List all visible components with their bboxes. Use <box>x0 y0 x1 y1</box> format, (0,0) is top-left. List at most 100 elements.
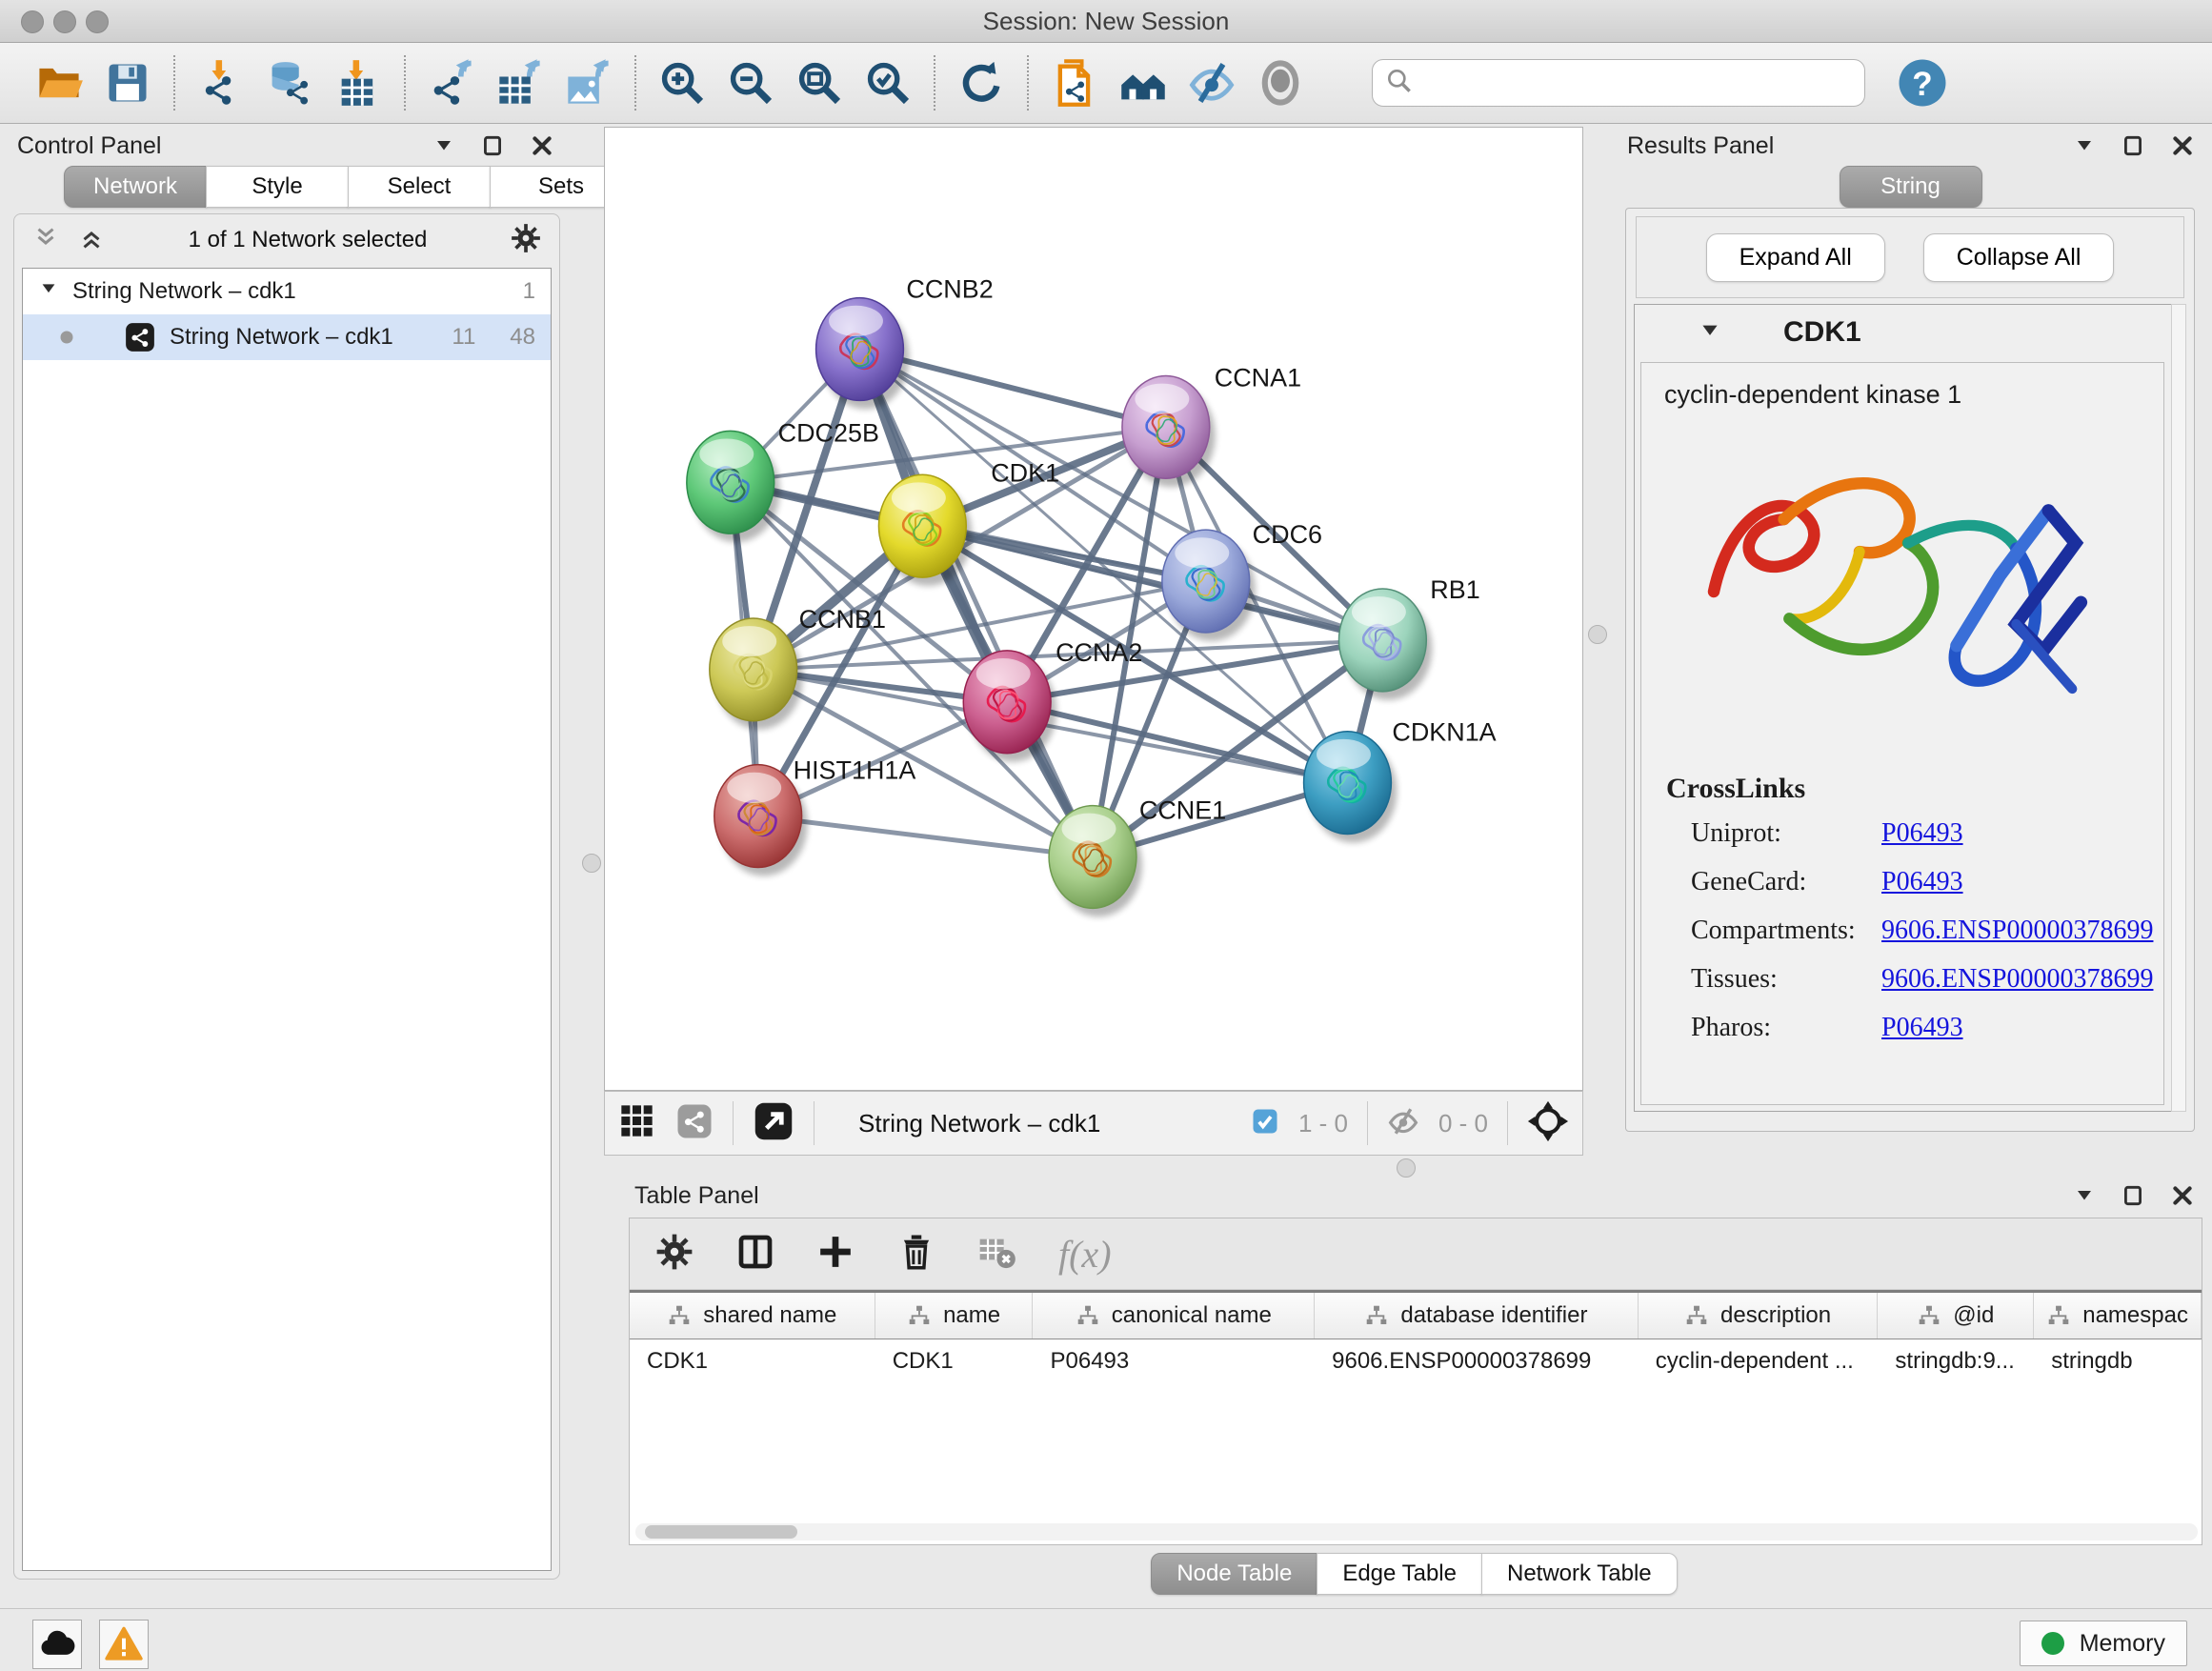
right-splitter-handle[interactable] <box>1588 625 1607 644</box>
panel-menu-icon[interactable] <box>2073 1184 2096 1207</box>
expand-all-button[interactable]: Expand All <box>1706 233 1885 282</box>
gear-icon[interactable] <box>510 222 542 259</box>
share-view-icon[interactable] <box>675 1102 714 1145</box>
tab-node-table[interactable]: Node Table <box>1151 1553 1317 1595</box>
checkbox-blue-icon[interactable] <box>1251 1107 1279 1136</box>
trash-icon[interactable] <box>896 1232 936 1272</box>
expand-all-icon[interactable] <box>77 224 106 257</box>
node-CDC6[interactable]: CDC6 <box>1162 520 1322 641</box>
scrollbar-thumb[interactable] <box>645 1525 797 1539</box>
add-column-icon[interactable] <box>816 1233 855 1276</box>
crosslink-link[interactable]: P06493 <box>1881 867 1963 896</box>
columns-icon[interactable] <box>736 1233 774 1271</box>
import-table-button[interactable] <box>324 52 392 113</box>
tab-string[interactable]: String <box>1840 166 1982 208</box>
crosslink-link[interactable]: 9606.ENSP00000378699 <box>1881 916 2153 945</box>
plus-bold-icon[interactable] <box>816 1233 855 1271</box>
memory-button[interactable]: Memory <box>2020 1621 2187 1666</box>
left-splitter-handle[interactable] <box>582 854 601 873</box>
tab-network[interactable]: Network <box>64 166 207 208</box>
gear-dark-icon[interactable] <box>654 1232 694 1272</box>
panel-float-icon[interactable] <box>2121 133 2145 158</box>
panel-float-icon[interactable] <box>2121 1183 2145 1208</box>
node-CCNB1[interactable]: CCNB1 <box>710 605 886 730</box>
column-header-database-identifier[interactable]: database identifier <box>1315 1293 1639 1339</box>
crosslink-link[interactable]: 9606.ENSP00000378699 <box>1881 964 2153 994</box>
table-cell[interactable]: stringdb <box>2034 1339 2202 1383</box>
column-header-name[interactable]: name <box>875 1293 1034 1339</box>
column-header-shared-name[interactable]: shared name <box>630 1293 875 1339</box>
document-share-button[interactable] <box>1040 52 1109 113</box>
crosslink-link[interactable]: P06493 <box>1881 1013 1963 1042</box>
zoom-fit-button[interactable] <box>785 52 854 113</box>
cloud-button[interactable] <box>32 1620 82 1669</box>
zoom-check-button[interactable] <box>854 52 922 113</box>
node-CDK1[interactable]: CDK1 <box>878 458 1059 586</box>
table-row[interactable]: CDK1CDK1P064939606.ENSP00000378699cyclin… <box>630 1339 2202 1383</box>
network-collection-row[interactable]: String Network – cdk11 <box>23 269 551 314</box>
results-scrollbar[interactable] <box>2171 304 2186 1112</box>
search-box[interactable] <box>1372 59 1865 107</box>
column-header-canonical-name[interactable]: canonical name <box>1033 1293 1315 1339</box>
double-house-button[interactable] <box>1109 52 1177 113</box>
save-button[interactable] <box>93 52 162 113</box>
panel-close-icon[interactable] <box>2170 1183 2195 1208</box>
crosshair-icon[interactable] <box>1527 1100 1569 1142</box>
birdseye-view-icon[interactable] <box>753 1100 794 1147</box>
collapse-all-button[interactable]: Collapse All <box>1923 233 2115 282</box>
network-canvas[interactable]: CCNB2 CCNA1 CDC25B CDK1 CDC6 <box>604 127 1583 1091</box>
show-columns-icon[interactable] <box>736 1233 774 1276</box>
panel-float-icon[interactable] <box>480 133 505 158</box>
help-button[interactable]: ? <box>1894 54 1951 111</box>
eye-gray-button[interactable] <box>1246 52 1315 113</box>
collapse-triangle-icon[interactable] <box>1698 318 1722 348</box>
table-cell[interactable]: CDK1 <box>630 1339 875 1383</box>
zoom-in-button[interactable] <box>648 52 716 113</box>
chev-dn-icon[interactable] <box>31 224 60 252</box>
column-header--id[interactable]: @id <box>1878 1293 2034 1339</box>
tri-down-icon[interactable] <box>1698 318 1722 343</box>
table-horizontal-scrollbar[interactable] <box>635 1523 2198 1540</box>
node-RB1[interactable]: RB1 <box>1338 575 1479 700</box>
tab-select[interactable]: Select <box>348 166 491 208</box>
expander-triangle-icon[interactable] <box>38 278 59 306</box>
selected-checkbox-icon[interactable] <box>1251 1107 1279 1140</box>
table-cell[interactable]: stringdb:9... <box>1878 1339 2034 1383</box>
edge[interactable] <box>1007 702 1347 783</box>
export-table-button[interactable] <box>486 52 554 113</box>
grid9-icon[interactable] <box>618 1102 656 1140</box>
panel-menu-icon[interactable] <box>432 134 455 157</box>
panel-close-icon[interactable] <box>530 133 554 158</box>
panel-menu-icon[interactable] <box>2073 134 2096 157</box>
network-graph[interactable]: CCNB2 CCNA1 CDC25B CDK1 CDC6 <box>605 128 1582 1090</box>
node-HIST1H1A[interactable]: HIST1H1A <box>714 756 916 876</box>
share-chip-gray-icon[interactable] <box>675 1102 714 1140</box>
eye-slash-blue-button[interactable] <box>1177 52 1246 113</box>
birdseye-icon[interactable] <box>753 1100 794 1142</box>
node-CCNE1[interactable]: CCNE1 <box>1049 796 1226 917</box>
tab-network-table[interactable]: Network Table <box>1481 1553 1678 1595</box>
table-cell[interactable]: cyclin-dependent ... <box>1639 1339 1879 1383</box>
table-cell[interactable]: CDK1 <box>875 1339 1034 1383</box>
refresh-button[interactable] <box>947 52 1016 113</box>
collapse-all-icon[interactable] <box>31 224 60 257</box>
gene-section-header[interactable]: CDK1 <box>1635 305 2185 360</box>
column-header-description[interactable]: description <box>1639 1293 1879 1339</box>
chev-up-icon[interactable] <box>77 224 106 252</box>
network-row[interactable]: String Network – cdk11148 <box>23 314 551 360</box>
warning-button[interactable] <box>99 1620 149 1669</box>
tab-edge-table[interactable]: Edge Table <box>1317 1553 1482 1595</box>
table-cell[interactable]: 9606.ENSP00000378699 <box>1315 1339 1639 1383</box>
delete-column-icon[interactable] <box>896 1232 936 1277</box>
export-network-button[interactable] <box>417 52 486 113</box>
import-database-button[interactable] <box>255 52 324 113</box>
column-header-namespac[interactable]: namespac <box>2034 1293 2202 1339</box>
grid-view-icon[interactable] <box>618 1102 656 1145</box>
crosslink-link[interactable]: P06493 <box>1881 818 1963 848</box>
import-network-button[interactable] <box>187 52 255 113</box>
tab-style[interactable]: Style <box>206 166 349 208</box>
edge[interactable] <box>758 816 1093 857</box>
node-CDKN1A[interactable]: CDKN1A <box>1304 718 1497 843</box>
panel-close-icon[interactable] <box>2170 133 2195 158</box>
export-image-button[interactable] <box>554 52 623 113</box>
